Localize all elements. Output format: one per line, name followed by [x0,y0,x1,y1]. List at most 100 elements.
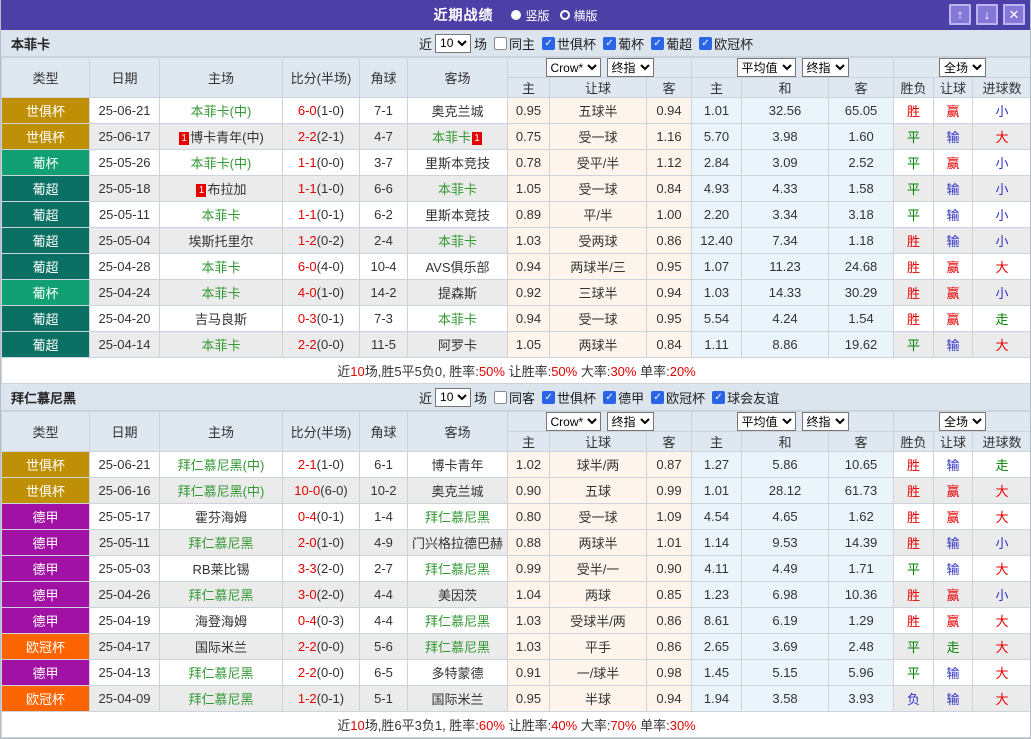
column-header: 主 [508,432,550,452]
team-name: 本菲卡 [11,34,50,53]
match-count-select[interactable]: 10 [435,388,471,407]
move-up-button[interactable]: ↑ [949,4,971,25]
result-goals: 大 [973,686,1031,712]
halftime-score: (0-3) [317,613,344,628]
checkbox-label: 欧冠杯 [714,34,753,53]
odds-company-select[interactable]: Crow* [546,412,601,431]
match-count-select[interactable]: 10 [435,34,471,53]
avg-home: 1.23 [692,582,742,608]
match-score: 1-2(0-2) [283,228,360,254]
summary-text: 场,胜6平3负1, [365,718,450,733]
result-outcome: 胜 [894,306,934,332]
league-filter-checkbox[interactable]: ✓世俱杯 [542,388,596,407]
match-date: 25-04-26 [90,582,160,608]
summary-text: 20% [670,364,696,379]
result-handicap: 赢 [934,280,973,306]
filter-prefix-label: 近 [419,388,432,407]
odds-home: 1.03 [508,634,550,660]
home-team-name: 拜仁慕尼黑 [188,692,253,707]
result-handicap: 输 [934,124,973,150]
scope-select[interactable]: 全场 [939,58,986,77]
league-filter-checkbox[interactable]: ✓世俱杯 [542,34,596,53]
match-date: 25-05-11 [90,530,160,556]
result-handicap: 输 [934,452,973,478]
odds-handicap: 受半/一 [550,556,647,582]
away-team-name: 拜仁慕尼黑 [425,510,490,525]
away-team: AVS俱乐部 [408,254,508,280]
home-team-name: 本菲卡 [201,338,240,353]
radio-icon [560,10,570,20]
league-badge: 葡超 [2,254,90,280]
match-date: 25-05-03 [90,556,160,582]
checkbox-label: 欧冠杯 [666,388,705,407]
layout-radio-horizontal[interactable]: 横版 [560,7,598,24]
result-goals: 小 [973,280,1031,306]
result-goals: 小 [973,530,1031,556]
odds-company-select[interactable]: Crow* [546,58,601,77]
league-filter-checkbox[interactable]: ✓葡杯 [603,34,644,53]
league-filter-checkbox[interactable]: ✓球会友谊 [712,388,779,407]
result-goals: 大 [973,504,1031,530]
away-team: 多特蒙德 [408,660,508,686]
match-row: 葡超25-04-28本菲卡6-0(4-0)10-4AVS俱乐部0.94两球半/三… [2,254,1031,280]
match-row: 葡超25-05-11本菲卡1-1(0-1)6-2里斯本竞技0.89平/半1.00… [2,202,1031,228]
home-team: RB莱比锡 [160,556,283,582]
result-goals: 小 [973,228,1031,254]
league-filter-checkbox[interactable]: ✓欧冠杯 [699,34,753,53]
close-button[interactable]: ✕ [1003,4,1025,25]
away-team-name: AVS俱乐部 [425,260,489,275]
league-filter-checkbox[interactable]: ✓德甲 [603,388,644,407]
league-badge: 世俱杯 [2,124,90,150]
layout-radio-vertical[interactable]: 竖版 [511,7,549,24]
home-team-name: 拜仁慕尼黑(中) [178,484,265,499]
odds-time-select[interactable]: 终指 [607,412,654,431]
odds-time-select[interactable]: 终指 [607,58,654,77]
odds-away: 0.94 [647,686,692,712]
checkbox-label: 葡杯 [618,34,644,53]
avg-source-select[interactable]: 平均值 [737,412,796,431]
away-team: 拜仁慕尼黑 [408,608,508,634]
odds-home: 1.04 [508,582,550,608]
scope-control-cell: 全场 [894,412,1031,432]
odds-handicap: 两球半 [550,530,647,556]
odds-handicap: 受一球 [550,124,647,150]
corner-score: 6-6 [360,176,408,202]
checkbox-icon: ✓ [603,391,616,404]
match-date: 25-05-26 [90,150,160,176]
away-team: 本菲卡 [408,306,508,332]
league-filter-checkbox[interactable]: ✓葡超 [651,34,692,53]
away-team-name: 里斯本竞技 [425,156,490,171]
halftime-score: (0-1) [317,691,344,706]
avg-time-select[interactable]: 终指 [802,58,849,77]
result-outcome: 平 [894,634,934,660]
match-date: 25-04-09 [90,686,160,712]
halftime-score: (0-1) [317,311,344,326]
summary-text: 50% [551,364,577,379]
home-team: 拜仁慕尼黑 [160,582,283,608]
away-team-name: 多特蒙德 [431,666,483,681]
avg-source-select[interactable]: 平均值 [737,58,796,77]
away-team-name: 本菲卡 [438,234,477,249]
same-venue-checkbox[interactable]: 同主 [494,34,535,53]
match-score: 1-2(0-1) [283,686,360,712]
corner-score: 6-1 [360,452,408,478]
scope-select[interactable]: 全场 [939,412,986,431]
odds-away: 1.12 [647,150,692,176]
away-team-name: 奥克兰城 [431,104,483,119]
avg-time-select[interactable]: 终指 [802,412,849,431]
same-venue-checkbox[interactable]: 同客 [494,388,535,407]
halftime-score: (2-0) [317,587,344,602]
league-badge: 欧冠杯 [2,686,90,712]
halftime-score: (0-2) [317,233,344,248]
fulltime-score: 10-0 [294,483,320,498]
halftime-score: (2-0) [317,561,344,576]
home-team-name: 本菲卡(中) [191,156,252,171]
away-team: 奥克兰城 [408,478,508,504]
avg-home: 1.03 [692,280,742,306]
summary-text: 胜率: [449,718,479,733]
match-row: 欧冠杯25-04-09拜仁慕尼黑1-2(0-1)5-1国际米兰0.95半球0.9… [2,686,1031,712]
move-down-button[interactable]: ↓ [976,4,998,25]
league-filter-checkbox[interactable]: ✓欧冠杯 [651,388,705,407]
avg-away: 65.05 [829,98,894,124]
home-team-name: 本菲卡 [201,260,240,275]
